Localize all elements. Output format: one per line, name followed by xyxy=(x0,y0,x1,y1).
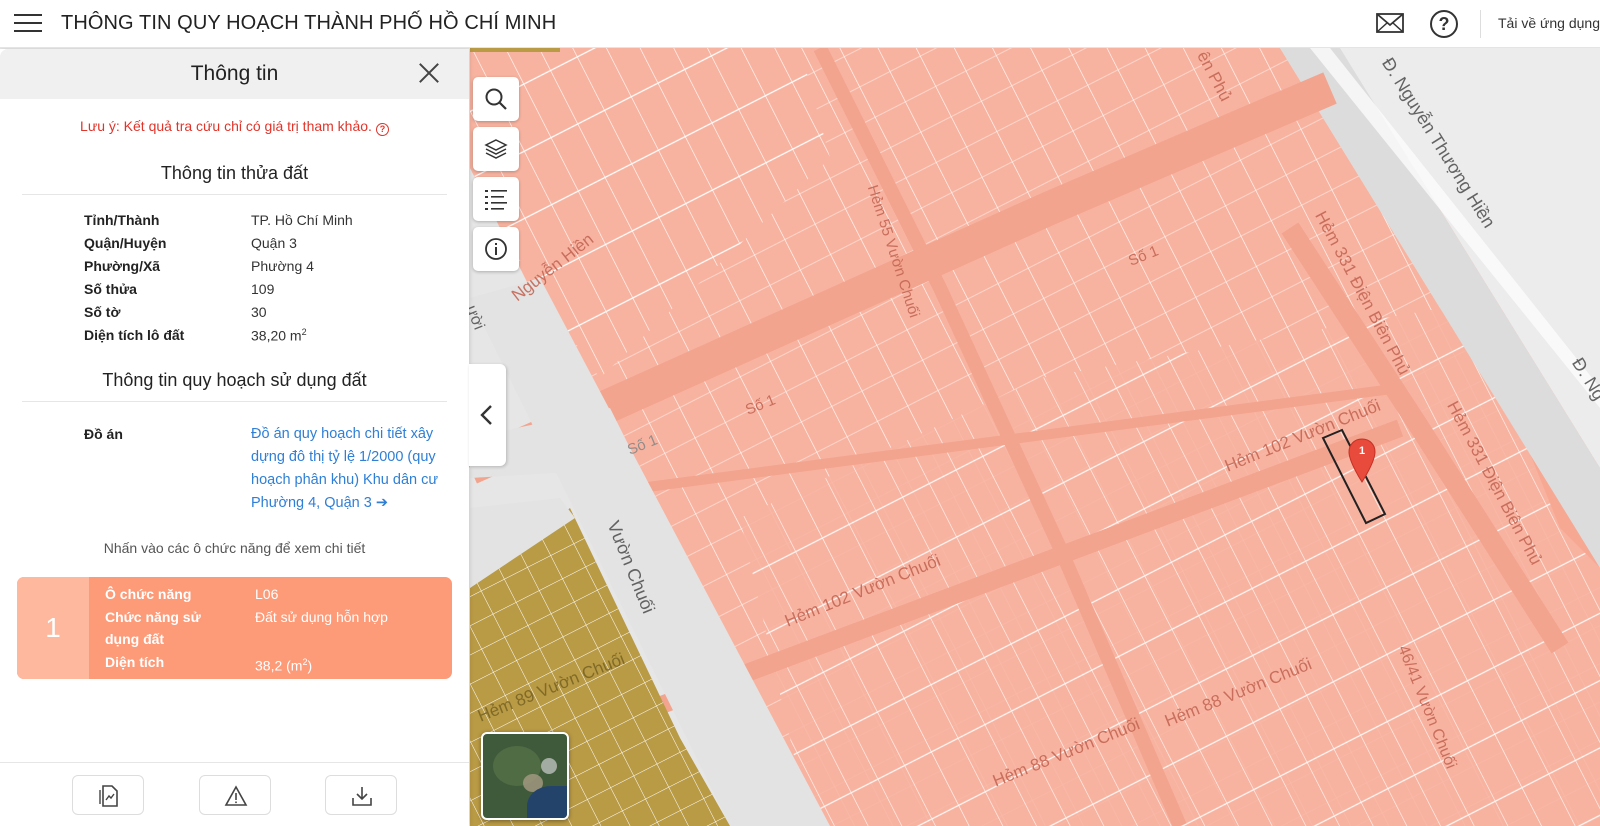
map-layers-button[interactable] xyxy=(473,127,519,171)
chevron-left-icon xyxy=(480,405,492,425)
function-value: L06 xyxy=(255,586,279,602)
parcel-row-plot-number: Số thửa 109 xyxy=(84,281,444,303)
download-app-link[interactable]: Tải về ứng dụng xyxy=(1498,15,1600,31)
menu-icon[interactable] xyxy=(14,12,42,34)
function-card[interactable]: 1 Ô chức năng L06 Chức năng sử dụng đất … xyxy=(17,577,452,679)
parcel-value: Quận 3 xyxy=(251,235,297,251)
parcel-value: 38,20 m2 xyxy=(251,327,307,344)
divider xyxy=(22,194,447,195)
search-icon xyxy=(485,88,507,110)
help-icon[interactable]: ? xyxy=(1430,10,1458,38)
disclaimer-note: Lưu ý: Kết quả tra cứu chỉ có giá trị th… xyxy=(0,118,469,136)
divider xyxy=(22,401,447,402)
parcel-value: 30 xyxy=(251,304,267,320)
map-search-button[interactable] xyxy=(473,77,519,121)
landuse-section-title: Thông tin quy hoạch sử dụng đất xyxy=(102,370,367,390)
parcel-row-district: Quận/Huyện Quận 3 xyxy=(84,235,444,257)
info-panel: Thông tin Lưu ý: Kết quả tra cứu chỉ có … xyxy=(0,49,469,826)
parcel-row-province: Tỉnh/Thành TP. Hồ Chí Minh xyxy=(84,212,444,234)
info-icon xyxy=(485,238,507,260)
map-legend-button[interactable] xyxy=(473,177,519,221)
header-divider xyxy=(1480,10,1481,38)
parcel-row-area: Diện tích lô đất 38,20 m2 xyxy=(84,327,444,349)
parcel-label: Tỉnh/Thành xyxy=(84,212,160,228)
document-button[interactable] xyxy=(72,775,144,815)
download-icon xyxy=(352,787,372,806)
disclaimer-text: Lưu ý: Kết quả tra cứu chỉ có giá trị th… xyxy=(80,118,372,134)
parcel-label: Quận/Huyện xyxy=(84,235,167,251)
parcel-label: Số thửa xyxy=(84,281,137,297)
parcel-section-title: Thông tin thửa đất xyxy=(160,163,309,183)
warning-icon xyxy=(224,785,248,806)
collapse-panel-button[interactable] xyxy=(469,364,506,466)
panel-footer xyxy=(0,762,469,826)
parcel-row-sheet-number: Số tờ 30 xyxy=(84,304,444,326)
function-label: Chức năng sử dụng đất xyxy=(105,609,201,647)
arrow-right-icon: ➔ xyxy=(375,495,388,511)
report-button[interactable] xyxy=(199,775,271,815)
parcel-label: Số tờ xyxy=(84,304,121,320)
parcel-value: Phường 4 xyxy=(251,258,314,274)
parcel-value: TP. Hồ Chí Minh xyxy=(251,212,353,228)
function-value: 38,2 (m2) xyxy=(255,657,313,674)
mail-icon[interactable] xyxy=(1376,11,1404,35)
document-icon xyxy=(99,785,118,807)
function-label: Diện tích xyxy=(105,654,165,670)
doan-label: Đồ án xyxy=(84,426,123,442)
panel-header: Thông tin xyxy=(0,49,469,99)
parcel-row-ward: Phường/Xã Phường 4 xyxy=(84,258,444,280)
close-icon[interactable] xyxy=(418,62,440,84)
parcel-value: 109 xyxy=(251,281,275,297)
function-card-number: 1 xyxy=(17,577,89,679)
hint-text: Nhấn vào các ô chức năng để xem chi tiết xyxy=(103,540,366,556)
question-circle-icon[interactable]: ? xyxy=(375,123,389,136)
parcel-label: Diện tích lô đất xyxy=(84,327,185,343)
function-value: Đất sử dụng hỗn hợp xyxy=(255,609,388,625)
satellite-minimap[interactable] xyxy=(481,732,569,820)
top-bar: THÔNG TIN QUY HOẠCH THÀNH PHỐ HỒ CHÍ MIN… xyxy=(0,0,1600,48)
location-marker[interactable]: 1 xyxy=(1348,438,1376,484)
legend-list-icon xyxy=(485,190,507,210)
panel-title: Thông tin xyxy=(190,62,279,85)
doan-link[interactable]: Đồ án quy hoạch chi tiết xây dựng đô thị… xyxy=(251,423,441,515)
download-button[interactable] xyxy=(325,775,397,815)
map-info-button[interactable] xyxy=(473,227,519,271)
marker-number: 1 xyxy=(1358,445,1366,457)
app-title: THÔNG TIN QUY HOẠCH THÀNH PHỐ HỒ CHÍ MIN… xyxy=(61,12,557,34)
layers-icon xyxy=(484,139,508,159)
parcel-label: Phường/Xã xyxy=(84,258,161,274)
function-label: Ô chức năng xyxy=(105,586,192,602)
